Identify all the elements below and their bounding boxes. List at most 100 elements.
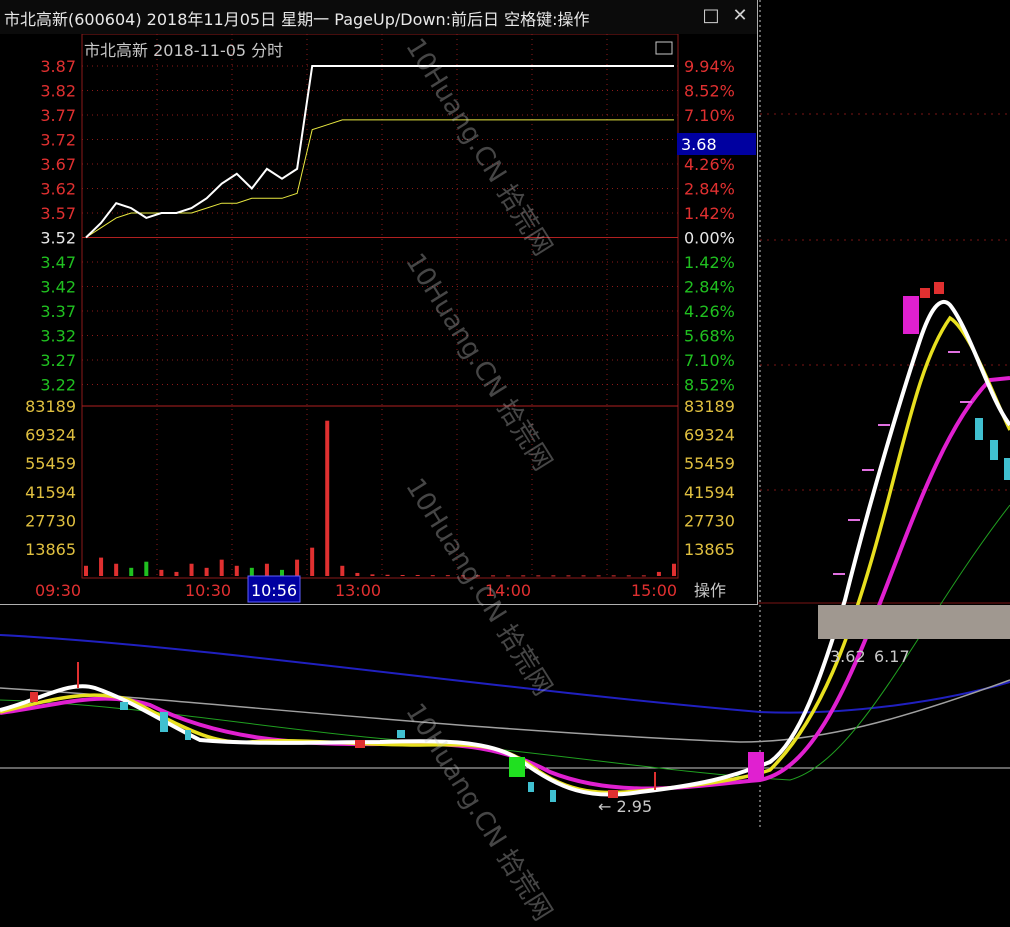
volume-bar	[84, 565, 88, 576]
price-tick-label: 3.62	[40, 180, 76, 199]
volume-bar	[204, 567, 209, 576]
volume-bar	[566, 575, 571, 577]
label-a: 3.62	[830, 647, 866, 666]
time-label: 15:00	[631, 581, 677, 600]
price-tick-label: 3.57	[40, 204, 76, 223]
volume-tick-label: 69324	[684, 426, 735, 445]
volume-bar	[656, 571, 661, 576]
intraday-chart: 市北高新 2018-11-05 分时 3.87 3.82 3.77 3.72 3.67 3…	[25, 34, 756, 603]
volume-bar	[400, 574, 405, 576]
pct-tick-label: 8.52%	[684, 376, 735, 395]
volume-bar	[460, 575, 465, 577]
volume-bar	[159, 569, 164, 576]
volume-tick-label: 27730	[25, 511, 76, 530]
volume-bar	[264, 563, 269, 576]
highlight-band	[818, 605, 1010, 639]
pct-tick-label: 2.84%	[684, 278, 735, 297]
price-line	[85, 65, 674, 239]
current-value: 3.68	[681, 135, 717, 154]
price-tick-label: 3.42	[40, 278, 76, 297]
volume-bar	[234, 565, 239, 576]
volume-bar	[174, 571, 179, 576]
volume-bar	[340, 565, 345, 576]
volume-bar	[430, 575, 435, 577]
volume-bar	[551, 575, 556, 577]
volume-bar	[641, 575, 646, 577]
volume-bar	[114, 563, 119, 576]
time-label: 13:00	[335, 581, 381, 600]
intraday-popup: 市北高新(600604) 2018年11月05日 星期一 PageUp/Down…	[0, 0, 758, 605]
volume-bar	[445, 575, 450, 577]
pct-tick-label: 2.84%	[684, 180, 735, 199]
selected-time-label: 10:56	[251, 581, 297, 600]
volume-bar	[581, 575, 586, 577]
window-title: 市北高新(600604) 2018年11月05日 星期一 PageUp/Down…	[4, 10, 590, 29]
volume-bar	[280, 569, 284, 576]
volume-bar	[611, 575, 616, 577]
volume-bar	[295, 559, 300, 576]
volume-bar	[596, 575, 601, 577]
volume-bar	[129, 567, 134, 576]
volume-tick-label: 83189	[684, 397, 735, 416]
pct-tick-label: 0.00%	[684, 229, 735, 248]
volume-tick-label: 27730	[684, 511, 735, 530]
time-label: 09:30	[35, 581, 81, 600]
action-label[interactable]: 操作	[694, 581, 726, 600]
volume-tick-label: 13865	[684, 540, 735, 559]
volume-tick-label: 13865	[25, 540, 76, 559]
volume-tick-label: 55459	[684, 454, 735, 473]
price-tick-label: 3.27	[40, 351, 76, 370]
close-icon[interactable]: ✕	[729, 5, 751, 27]
price-tick-label: 3.67	[40, 155, 76, 174]
pct-tick-label: 7.10%	[684, 106, 735, 125]
volume-tick-label: 55459	[25, 454, 76, 473]
volume-bar	[144, 561, 149, 576]
volume-bar	[189, 563, 194, 576]
pct-tick-label: 8.52%	[684, 82, 735, 101]
volume-tick-label: 41594	[684, 483, 735, 502]
time-label: 10:30	[185, 581, 231, 600]
price-tick-label: 3.22	[40, 376, 76, 395]
volume-bar	[506, 575, 511, 577]
low-price-label: ← 2.95	[598, 797, 652, 816]
price-tick-label: 3.47	[40, 253, 76, 272]
price-tick-label: 3.37	[40, 302, 76, 321]
volume-bar	[536, 575, 541, 577]
maximize-icon[interactable]: □	[700, 5, 722, 27]
pct-tick-label: 4.26%	[684, 155, 735, 174]
price-tick-label: 3.32	[40, 327, 76, 346]
volume-bar	[476, 575, 480, 577]
volume-bar	[370, 574, 375, 576]
price-tick-label: 3.52	[40, 229, 76, 248]
time-label: 14:00	[485, 581, 531, 600]
volume-bar	[672, 563, 676, 576]
volume-bar	[385, 574, 390, 576]
price-tick-label: 3.87	[40, 57, 76, 76]
header-icon	[655, 41, 673, 55]
volume-bar	[249, 567, 254, 576]
pct-tick-label: 4.26%	[684, 302, 735, 321]
volume-bar	[219, 559, 224, 576]
price-tick-label: 3.72	[40, 131, 76, 150]
volume-bar	[355, 572, 360, 576]
pct-tick-label: 1.42%	[684, 253, 735, 272]
plot-frame	[81, 34, 679, 579]
label-b: 6.17	[874, 647, 910, 666]
volume-bar	[325, 420, 330, 576]
volume-bar	[415, 574, 420, 576]
volume-bar	[491, 575, 496, 577]
intraday-header: 市北高新 2018-11-05 分时	[84, 41, 283, 60]
pct-tick-label: 5.68%	[684, 327, 735, 346]
titlebar[interactable]: 市北高新(600604) 2018年11月05日 星期一 PageUp/Down…	[0, 0, 757, 34]
volume-tick-label: 69324	[25, 426, 76, 445]
price-tick-label: 3.82	[40, 82, 76, 101]
pct-tick-label: 9.94%	[684, 57, 735, 76]
pct-tick-label: 7.10%	[684, 351, 735, 370]
volume-tick-label: 41594	[25, 483, 76, 502]
volume-bar	[521, 575, 526, 577]
pct-tick-label: 1.42%	[684, 204, 735, 223]
volume-bar	[99, 557, 104, 576]
price-tick-label: 3.77	[40, 106, 76, 125]
volume-bar	[626, 575, 631, 577]
avg-price-line	[85, 119, 674, 238]
